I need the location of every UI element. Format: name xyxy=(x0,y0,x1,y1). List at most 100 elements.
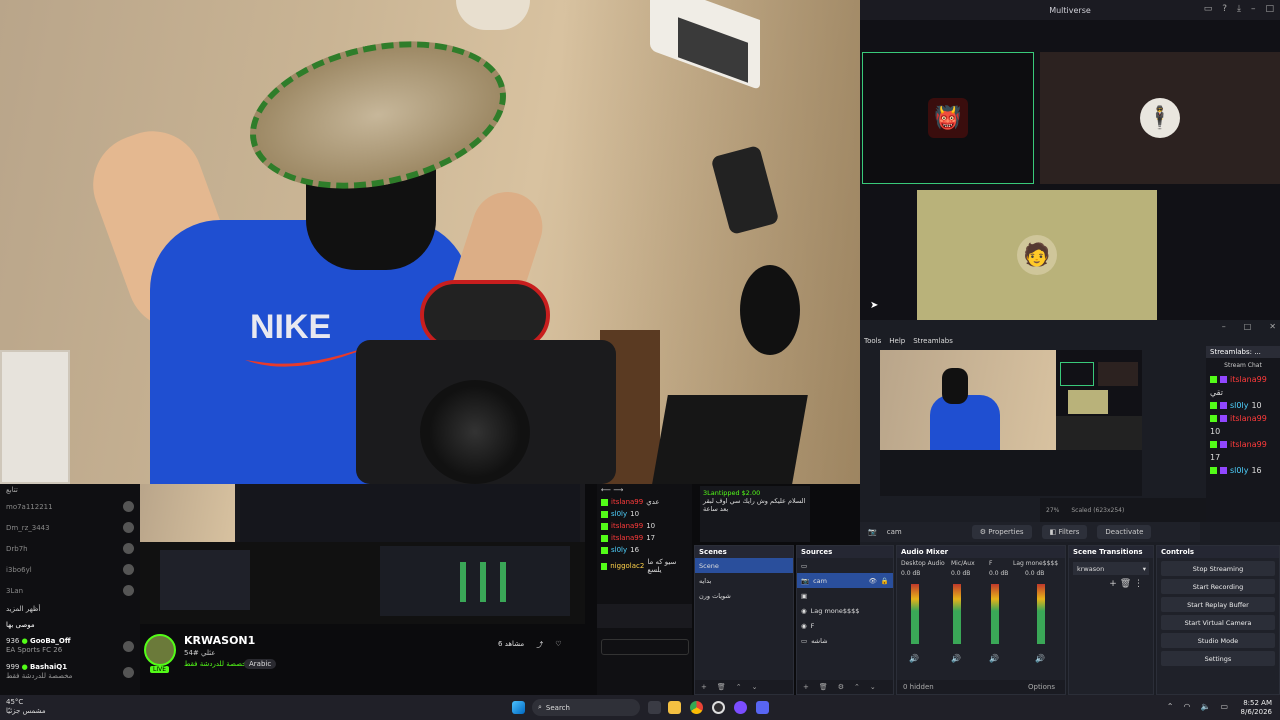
participant-tile-2[interactable]: 🕴 xyxy=(1040,52,1280,184)
kick-chat: ⟵ ⟶ itslana99 عدي sl0ly 10 itslana99 10 itslan… xyxy=(597,484,692,695)
menu-help[interactable]: Help xyxy=(889,337,905,345)
source-item[interactable]: ◉ F xyxy=(797,618,893,633)
layout-icon[interactable]: ▭ xyxy=(1204,4,1213,14)
trash-icon[interactable]: 🗑 xyxy=(819,683,828,691)
volume-icon[interactable]: 🔈 xyxy=(1200,702,1210,711)
eye-icon[interactable]: 👁 xyxy=(869,577,877,585)
chat-username[interactable]: sl0ly xyxy=(611,546,627,554)
recommended-channel[interactable]: 936 ● GooBa_Off EA Sports FC 26 xyxy=(0,633,140,659)
properties-button[interactable]: ⚙ Properties xyxy=(971,525,1032,539)
chrome-icon[interactable] xyxy=(690,701,703,714)
down-icon[interactable]: ⌄ xyxy=(870,683,876,691)
gear-icon[interactable]: ⚙ xyxy=(838,683,844,691)
scene-item[interactable]: بدايه xyxy=(695,573,793,588)
source-item[interactable]: ◉ Lag mone$$$$ xyxy=(797,603,893,618)
help-icon[interactable]: ? xyxy=(1222,4,1227,14)
following-channel[interactable]: 3Lan xyxy=(0,580,140,601)
chat-username[interactable]: sl0ly xyxy=(1230,466,1248,475)
source-item[interactable]: 📷 cam 👁 🔒 xyxy=(797,573,893,588)
follow-icon[interactable]: ♡ xyxy=(555,640,561,650)
chat-username[interactable]: itslana99 xyxy=(1230,375,1267,384)
deactivate-button[interactable]: Deactivate xyxy=(1097,525,1152,539)
start-replay-buffer-button[interactable]: Start Replay Buffer xyxy=(1161,597,1275,612)
following-channel[interactable]: Dm_rz_3443 xyxy=(0,517,140,538)
streamer-avatar[interactable] xyxy=(144,634,176,666)
down-icon[interactable]: ⌄ xyxy=(752,683,758,691)
following-channel[interactable]: Drb7h xyxy=(0,538,140,559)
file-explorer-icon[interactable] xyxy=(668,701,681,714)
chat-username[interactable]: itslana99 xyxy=(611,498,643,506)
more-icon[interactable]: ⋮ xyxy=(1134,579,1143,589)
menu-streamlabs[interactable]: Streamlabs xyxy=(913,337,953,345)
stop-streaming-button[interactable]: Stop Streaming xyxy=(1161,561,1275,576)
chevron-up-icon[interactable]: ⌃ xyxy=(1167,702,1174,711)
start-recording-button[interactable]: Start Recording xyxy=(1161,579,1275,594)
chat-message: sl0ly 16 xyxy=(597,544,692,556)
streamlabs-icon[interactable] xyxy=(734,701,747,714)
download-icon[interactable]: ⤓ xyxy=(1237,4,1241,14)
chat-input[interactable] xyxy=(601,639,689,655)
source-item[interactable]: ▭ شاشه xyxy=(797,633,893,648)
trash-icon[interactable]: 🗑 xyxy=(717,683,726,691)
minimize-icon[interactable]: – xyxy=(1222,322,1226,331)
speaker-icon[interactable]: 🔊 xyxy=(1035,654,1045,663)
chat-username[interactable]: sl0ly xyxy=(1230,401,1248,410)
windows-start-icon[interactable] xyxy=(512,701,525,714)
studio-mode-button[interactable]: Studio Mode xyxy=(1161,633,1275,648)
options-button[interactable]: Options xyxy=(1028,683,1055,691)
scene-item[interactable]: شويات ورن xyxy=(695,588,793,603)
speaker-icon[interactable]: 🔊 xyxy=(909,654,919,663)
task-view-icon[interactable] xyxy=(648,701,661,714)
stream-category[interactable]: مخصصة للدردشة فقط xyxy=(184,660,250,668)
search-box[interactable]: ⌕ Search xyxy=(532,699,640,716)
chat-username[interactable]: itslana99 xyxy=(611,534,643,542)
weather-widget[interactable]: 45°C مشمس جزئيًا xyxy=(6,698,46,716)
source-item[interactable]: ▣ xyxy=(797,588,893,603)
close-icon[interactable]: ✕ xyxy=(1269,322,1276,331)
chat-username[interactable]: itslana99 xyxy=(1230,440,1267,449)
add-icon[interactable]: + xyxy=(701,683,707,691)
following-channel[interactable]: i3bo6yl xyxy=(0,559,140,580)
maximize-icon[interactable]: □ xyxy=(1265,4,1274,14)
scene-item[interactable]: Scene xyxy=(695,558,793,573)
share-icon[interactable]: ⤴ xyxy=(536,640,543,650)
settings-button[interactable]: Settings xyxy=(1161,651,1275,666)
transition-select[interactable]: krwason ▾ xyxy=(1073,562,1149,575)
speaker-icon[interactable]: 🔊 xyxy=(989,654,999,663)
trash-icon[interactable]: 🗑 xyxy=(1120,579,1131,589)
discord-icon[interactable] xyxy=(756,701,769,714)
wifi-icon[interactable]: ◠ xyxy=(1183,702,1190,711)
obs-icon[interactable] xyxy=(712,701,725,714)
source-item[interactable]: ▭ xyxy=(797,558,893,573)
streamer-name[interactable]: KRWASON1 xyxy=(184,634,255,647)
obs-preview[interactable] xyxy=(880,350,1142,496)
zoom-level[interactable]: 27% xyxy=(1046,507,1059,514)
clock[interactable]: 8:52 AM 8/6/2026 xyxy=(1241,699,1272,717)
start-virtual-camera-button[interactable]: Start Virtual Camera xyxy=(1161,615,1275,630)
recommended-channel[interactable]: 999 ● BashaiQ1 مخصصة للدردشة فقط xyxy=(0,659,140,685)
participant-tile-1[interactable]: 👹 xyxy=(862,52,1034,184)
chat-username[interactable]: itslana99 xyxy=(611,522,643,530)
following-channel[interactable]: mo7a112211 xyxy=(0,496,140,517)
add-icon[interactable]: + xyxy=(1109,579,1117,589)
kick-video-player[interactable] xyxy=(140,484,585,624)
date: 8/6/2026 xyxy=(1240,708,1272,716)
language-tag[interactable]: Arabic xyxy=(244,659,277,669)
chat-username[interactable]: sl0ly xyxy=(611,510,627,518)
chat-emotes[interactable] xyxy=(597,604,692,628)
up-icon[interactable]: ⌃ xyxy=(854,683,860,691)
show-more-link[interactable]: أظهر المزيد xyxy=(0,601,140,617)
minimize-icon[interactable]: – xyxy=(1251,4,1256,14)
add-icon[interactable]: + xyxy=(803,683,809,691)
chat-username[interactable]: niggolac2 xyxy=(610,562,644,570)
participant-tile-3[interactable]: 🧑 xyxy=(917,190,1157,320)
chat-username[interactable]: itslana99 xyxy=(1230,414,1267,423)
chat-message: 17 xyxy=(1206,451,1280,464)
maximize-icon[interactable]: □ xyxy=(1244,322,1252,331)
menu-tools[interactable]: Tools xyxy=(864,337,881,345)
battery-icon[interactable]: ▭ xyxy=(1220,702,1228,711)
filters-button[interactable]: ◧ Filters xyxy=(1041,525,1088,539)
lock-icon[interactable]: 🔒 xyxy=(881,577,889,585)
up-icon[interactable]: ⌃ xyxy=(736,683,742,691)
speaker-icon[interactable]: 🔊 xyxy=(951,654,961,663)
